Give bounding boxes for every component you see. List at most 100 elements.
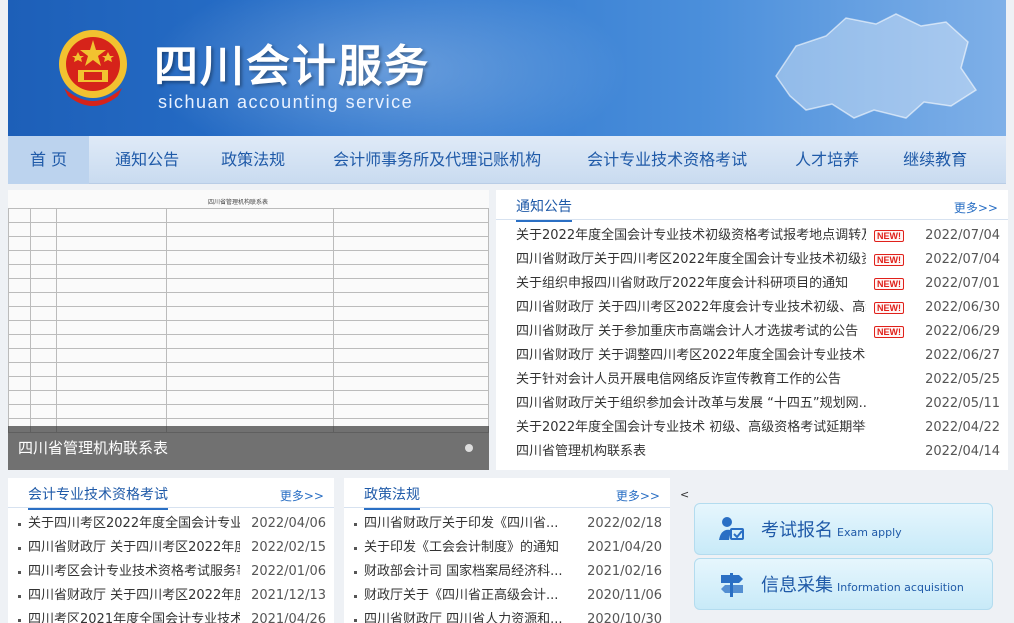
notices-title[interactable]: 通知公告 bbox=[516, 196, 572, 222]
nav-exam[interactable]: 会计专业技术资格考试 bbox=[563, 136, 771, 184]
list-item-title[interactable]: 关于2022年度全国会计专业技术初级资格考试报考地点调转及... bbox=[516, 224, 866, 248]
list-item-title[interactable]: 四川省财政厅关于组织参加会计改革与发展 “十四五”规划网... bbox=[516, 392, 866, 416]
list-item-title[interactable]: 关于四川考区2022年度全国会计专业... bbox=[28, 512, 240, 536]
policy-more-link[interactable]: 更多>> bbox=[616, 487, 660, 504]
list-item-date: 2022/04/06 bbox=[251, 516, 326, 531]
info-collect-label: 信息采集 Information acquisition bbox=[761, 571, 964, 597]
list-item[interactable]: 关于印发《工会会计制度》的通知 2021/04/20 bbox=[344, 536, 670, 560]
list-item-title[interactable]: 四川考区2021年度全国会计专业技术... bbox=[28, 608, 240, 623]
doc-table-cell bbox=[165, 334, 335, 349]
list-item-title[interactable]: 四川省财政厅 关于参加重庆市高端会计人才选拔考试的公告 bbox=[516, 320, 858, 344]
list-item[interactable]: 关于组织申报四川省财政厅2022年度会计科研项目的通知 NEW! 2022/07/0… bbox=[496, 272, 1008, 296]
doc-table-row bbox=[8, 222, 489, 237]
policy-header: 政策法规 更多>> bbox=[344, 478, 670, 510]
list-item-title[interactable]: 四川省财政厅关于印发《四川省... bbox=[364, 512, 558, 536]
policy-list: 四川省财政厅关于印发《四川省... 2022/02/18 关于印发《工会会计制度》的… bbox=[344, 508, 670, 623]
list-item-date: 2022/07/04 bbox=[925, 228, 1000, 243]
list-item-title[interactable]: 四川省管理机构联系表 bbox=[516, 440, 646, 464]
list-item[interactable]: 四川省财政厅 关于四川考区2022年度... 2022/02/15 bbox=[8, 536, 334, 560]
list-item-title[interactable]: 关于针对会计人员开展电信网络反诈宣传教育工作的公告 bbox=[516, 368, 841, 392]
doc-table-cell bbox=[165, 292, 335, 307]
doc-table-cell bbox=[29, 236, 57, 251]
exam-more-link[interactable]: 更多>> bbox=[280, 487, 324, 504]
exam-apply-cn: 考试报名 bbox=[761, 520, 833, 541]
list-item-date: 2022/05/11 bbox=[925, 396, 1000, 411]
list-item[interactable]: 关于2022年度全国会计专业技术 初级、高级资格考试延期举行... 2022/04… bbox=[496, 416, 1008, 440]
nav-education[interactable]: 继续教育 bbox=[883, 136, 987, 184]
nav-policy[interactable]: 政策法规 bbox=[195, 136, 311, 184]
doc-table-cell bbox=[29, 334, 57, 349]
list-item[interactable]: 四川省财政厅关于组织参加会计改革与发展 “十四五”规划网... 2022/05/1… bbox=[496, 392, 1008, 416]
doc-table-cell bbox=[333, 390, 489, 405]
list-item[interactable]: 四川考区2021年度全国会计专业技术... 2021/04/26 bbox=[8, 608, 334, 623]
list-item[interactable]: 四川省财政厅 关于参加重庆市高端会计人才选拔考试的公告 NEW! 2022/06/2… bbox=[496, 320, 1008, 344]
list-item-title[interactable]: 四川省财政厅 关于四川考区2022年度... bbox=[28, 584, 240, 608]
list-item-title[interactable]: 四川省财政厅 四川省人力资源和... bbox=[364, 608, 563, 623]
list-item[interactable]: 四川省财政厅 关于四川考区2022年度会计专业技术初级、高级... NEW! 202… bbox=[496, 296, 1008, 320]
list-item-title[interactable]: 四川省财政厅 关于调整四川考区2022年度全国会计专业技术初... bbox=[516, 344, 866, 368]
new-badge: NEW! bbox=[874, 278, 904, 290]
nav-notices[interactable]: 通知公告 bbox=[89, 136, 195, 184]
policy-title[interactable]: 政策法规 bbox=[364, 484, 420, 510]
list-item-date: 2022/04/22 bbox=[925, 420, 1000, 435]
national-emblem-icon bbox=[59, 30, 127, 106]
doc-table-cell bbox=[8, 250, 31, 265]
doc-table-cell bbox=[165, 404, 335, 419]
doc-table-cell bbox=[165, 320, 335, 335]
doc-table-cell bbox=[165, 362, 335, 377]
list-item[interactable]: 四川省财政厅 关于四川考区2022年度... 2021/12/13 bbox=[8, 584, 334, 608]
doc-table-cell bbox=[333, 278, 489, 293]
doc-table-cell bbox=[8, 264, 31, 279]
list-item-title[interactable]: 四川考区会计专业技术资格考试服务事... bbox=[28, 560, 240, 584]
image-slideshow[interactable]: 四川省管理机构联系表 四川省管理机构联系表 bbox=[8, 190, 489, 470]
list-item[interactable]: 四川省财政厅关于四川考区2022年度全国会计专业技术初级资... NEW! 2022… bbox=[496, 248, 1008, 272]
doc-table-cell bbox=[333, 236, 489, 251]
list-item-title[interactable]: 四川省财政厅 关于四川考区2022年度... bbox=[28, 536, 240, 560]
list-item-title[interactable]: 四川省财政厅 关于四川考区2022年度会计专业技术初级、高级... bbox=[516, 296, 866, 320]
list-item[interactable]: 财政厅关于《四川省正高级会计... 2020/11/06 bbox=[344, 584, 670, 608]
doc-table-row bbox=[8, 362, 489, 377]
slide-indicator[interactable] bbox=[465, 444, 473, 452]
list-item[interactable]: 四川考区会计专业技术资格考试服务事... 2022/01/06 bbox=[8, 560, 334, 584]
list-item[interactable]: 关于2022年度全国会计专业技术初级资格考试报考地点调转及... NEW! 2022… bbox=[496, 224, 1008, 248]
list-item[interactable]: 财政部会计司 国家档案局经济科... 2021/02/16 bbox=[344, 560, 670, 584]
list-item-title[interactable]: 关于印发《工会会计制度》的通知 bbox=[364, 536, 559, 560]
list-item-date: 2020/10/30 bbox=[587, 612, 662, 623]
list-item[interactable]: 四川省财政厅 四川省人力资源和... 2020/10/30 bbox=[344, 608, 670, 623]
doc-table-cell bbox=[55, 208, 167, 223]
list-item[interactable]: 四川省财政厅 关于调整四川考区2022年度全国会计专业技术初... 2022/06… bbox=[496, 344, 1008, 368]
doc-table-cell bbox=[55, 236, 167, 251]
nav-talent[interactable]: 人才培养 bbox=[771, 136, 883, 184]
list-item-title[interactable]: 四川省财政厅关于四川考区2022年度全国会计专业技术初级资... bbox=[516, 248, 866, 272]
bullet-icon bbox=[18, 523, 21, 526]
list-item[interactable]: 四川省管理机构联系表 2022/04/14 bbox=[496, 440, 1008, 464]
list-item[interactable]: 关于针对会计人员开展电信网络反诈宣传教育工作的公告 2022/05/25 bbox=[496, 368, 1008, 392]
quick-links-arrow[interactable]: < bbox=[680, 488, 689, 501]
list-item-date: 2021/02/16 bbox=[587, 564, 662, 579]
list-item-title[interactable]: 关于组织申报四川省财政厅2022年度会计科研项目的通知 bbox=[516, 272, 848, 296]
list-item-title[interactable]: 财政部会计司 国家档案局经济科... bbox=[364, 560, 563, 584]
list-item[interactable]: 四川省财政厅关于印发《四川省... 2022/02/18 bbox=[344, 512, 670, 536]
list-item-title[interactable]: 财政厅关于《四川省正高级会计... bbox=[364, 584, 558, 608]
nav-firms[interactable]: 会计师事务所及代理记账机构 bbox=[311, 136, 563, 184]
doc-table-row bbox=[8, 278, 489, 293]
doc-table-cell bbox=[8, 208, 31, 223]
nav-home[interactable]: 首 页 bbox=[8, 136, 90, 184]
info-collect-card[interactable]: 信息采集 Information acquisition bbox=[694, 558, 993, 610]
list-item[interactable]: 关于四川考区2022年度全国会计专业... 2022/04/06 bbox=[8, 512, 334, 536]
doc-table-cell bbox=[29, 362, 57, 377]
list-item-date: 2021/04/26 bbox=[251, 612, 326, 623]
policy-panel: 政策法规 更多>> 四川省财政厅关于印发《四川省... 2022/02/18 关于印… bbox=[344, 478, 670, 623]
doc-table-cell bbox=[333, 320, 489, 335]
doc-table-cell bbox=[8, 222, 31, 237]
doc-table-cell bbox=[29, 390, 57, 405]
doc-table-cell bbox=[165, 348, 335, 363]
bullet-icon bbox=[354, 619, 357, 622]
exam-title[interactable]: 会计专业技术资格考试 bbox=[28, 484, 168, 510]
doc-table-cell bbox=[333, 362, 489, 377]
exam-apply-card[interactable]: 考试报名 Exam apply bbox=[694, 503, 993, 555]
notices-more-link[interactable]: 更多>> bbox=[954, 199, 998, 216]
slide-caption[interactable]: 四川省管理机构联系表 bbox=[8, 426, 489, 470]
list-item-title[interactable]: 关于2022年度全国会计专业技术 初级、高级资格考试延期举行... bbox=[516, 416, 866, 440]
doc-table-cell bbox=[55, 320, 167, 335]
